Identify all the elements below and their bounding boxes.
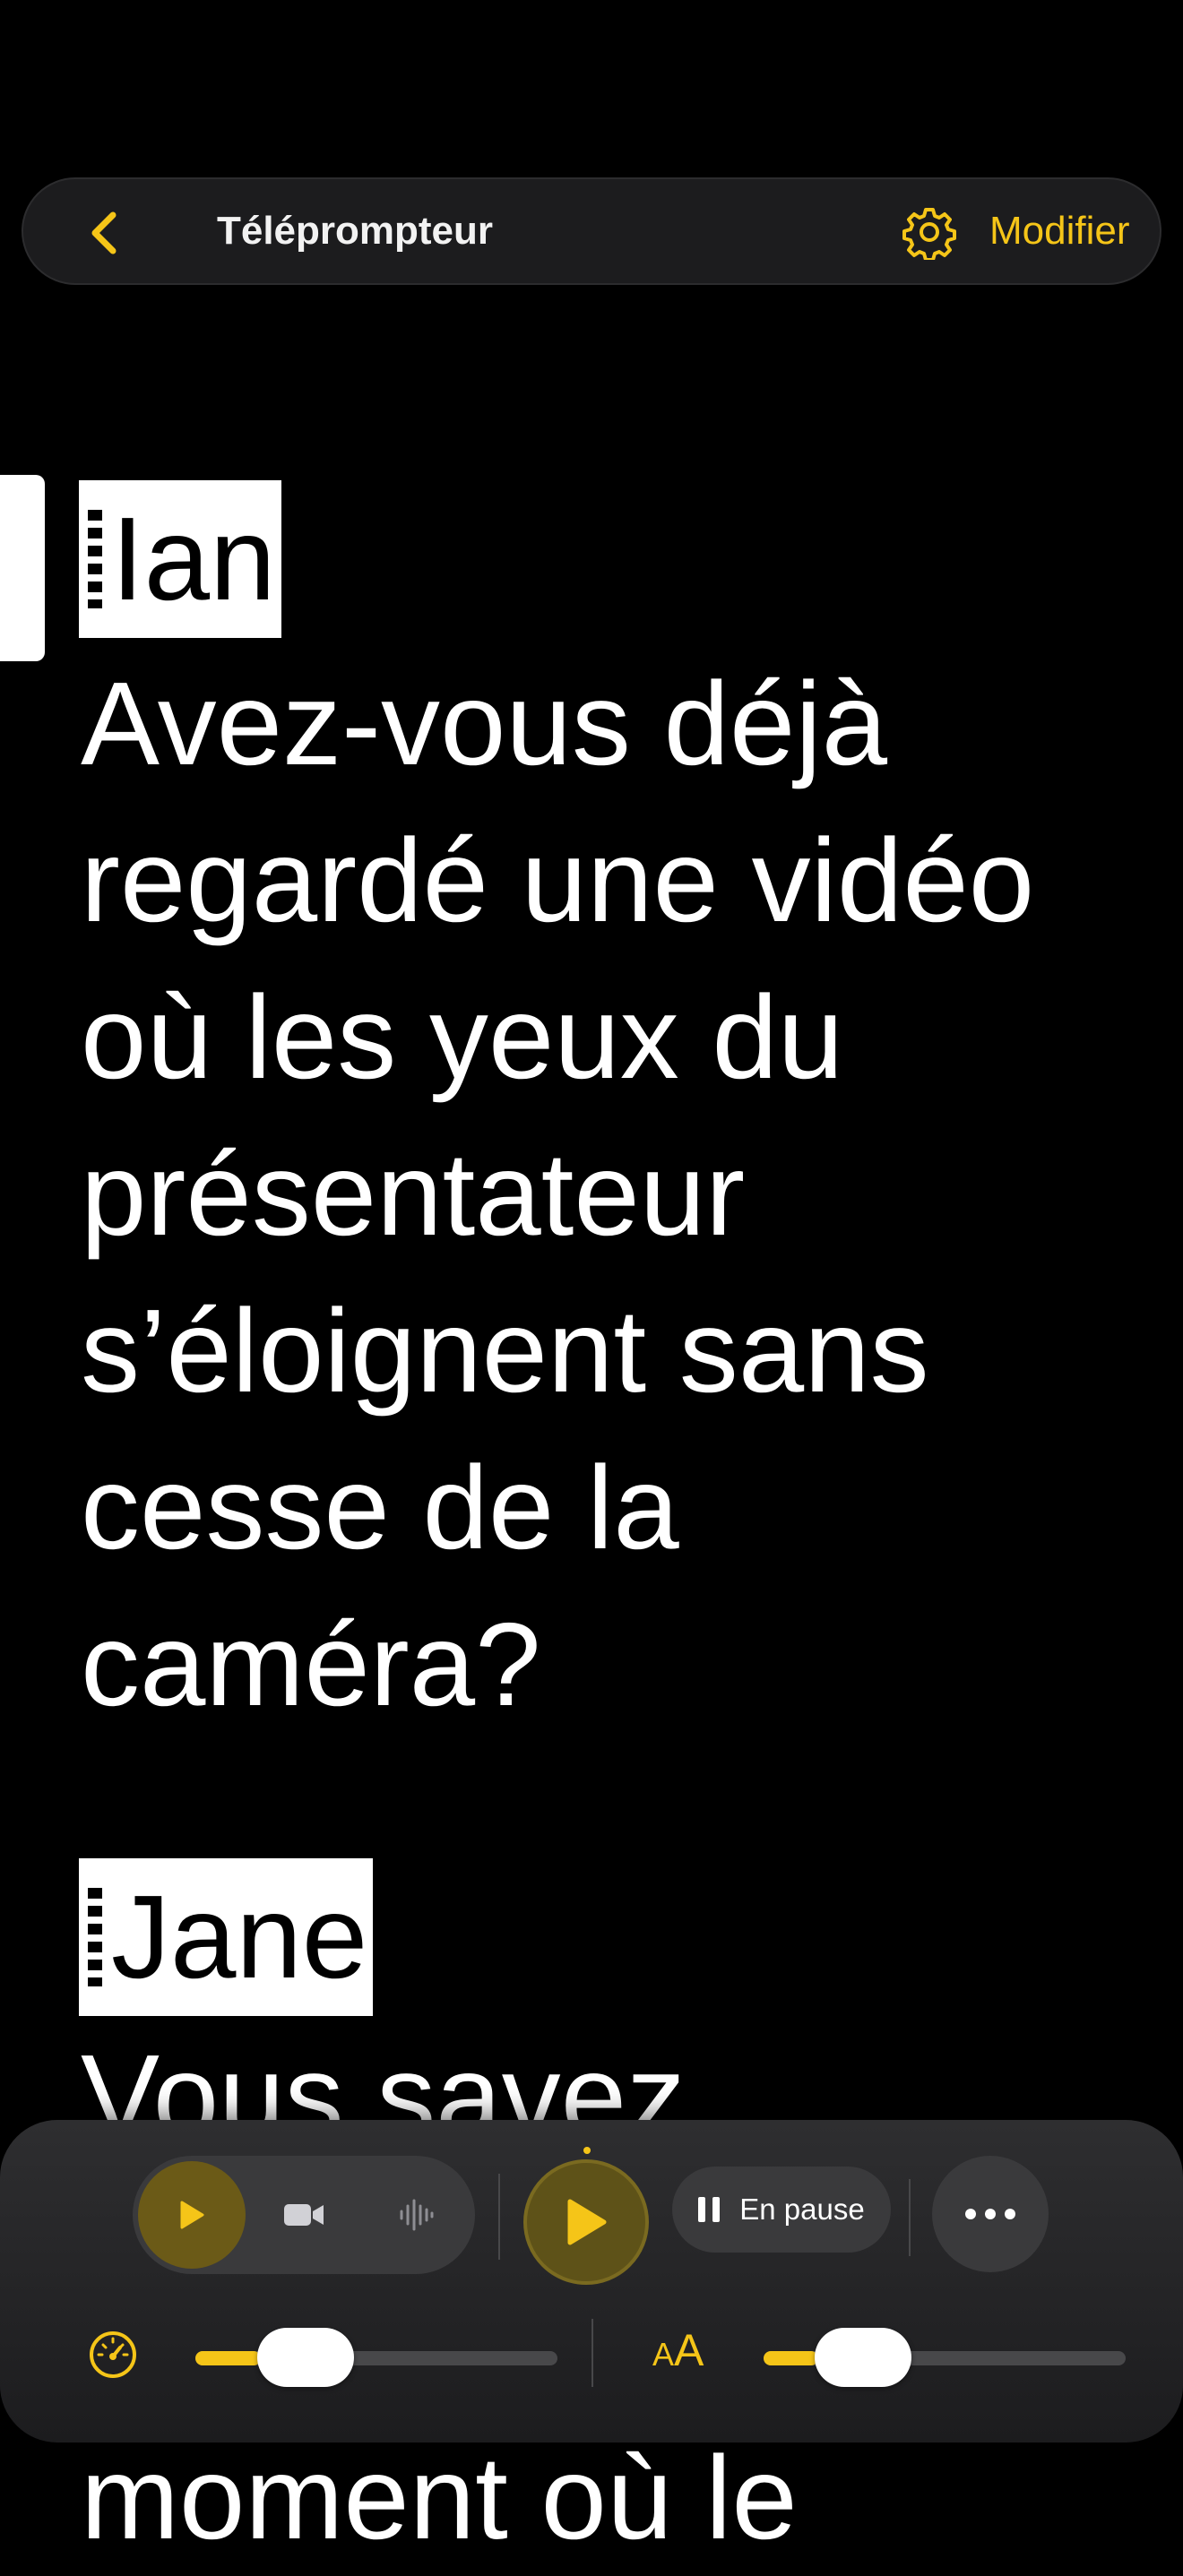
waveform-icon (400, 2199, 434, 2231)
chevron-left-icon (91, 211, 117, 254)
divider (592, 2319, 593, 2387)
top-navigation-bar: Téléprompteur Modifier (22, 177, 1161, 285)
script-line-below-panel: moment où le (81, 2432, 798, 2563)
current-position-marker (0, 475, 45, 661)
font-size-slider-fill (764, 2351, 818, 2365)
text-size-large-glyph: A (674, 2325, 704, 2375)
playback-control-panel: En pause A A (0, 2120, 1183, 2442)
speed-slider-thumb[interactable] (257, 2328, 354, 2387)
divider (498, 2174, 500, 2260)
text-size-small-glyph: A (652, 2336, 675, 2373)
speed-slider-fill (195, 2351, 261, 2365)
script-paragraph: Avez-vous déjà regardé une vidéo où les … (81, 645, 1174, 1743)
divider (909, 2179, 911, 2256)
script-line: où les yeux du (81, 971, 844, 1103)
play-icon (567, 2199, 607, 2245)
mode-autoscroll-button[interactable] (138, 2161, 246, 2269)
speaker-label: Ian (79, 480, 281, 638)
page-title: Téléprompteur (216, 209, 494, 253)
script-line: cesse de la (81, 1442, 679, 1573)
mode-selector (133, 2156, 475, 2274)
speaker-cue-marker (88, 510, 102, 608)
back-button[interactable] (77, 206, 131, 260)
speaker-name: Jane (111, 1871, 368, 2003)
indicator-dot (583, 2147, 591, 2154)
mode-voice-button[interactable] (362, 2161, 470, 2269)
status-label: En pause (739, 2193, 865, 2226)
script-line: caméra? (81, 1598, 541, 1730)
speed-slider[interactable] (195, 2328, 557, 2387)
script-line: regardé une vidéo (81, 814, 1035, 946)
speedometer-icon (90, 2331, 136, 2378)
pause-status-button[interactable]: En pause (672, 2167, 891, 2253)
script-line: présentateur (81, 1128, 746, 1260)
pause-icon (698, 2197, 721, 2222)
ellipsis-icon (965, 2209, 1015, 2219)
speaker-cue-marker (88, 1888, 102, 1986)
script-line: Avez-vous déjà (81, 658, 888, 789)
speaker-label: Jane (79, 1858, 374, 2016)
mode-video-button[interactable] (250, 2161, 358, 2269)
video-camera-icon (284, 2204, 324, 2226)
more-options-button[interactable] (932, 2156, 1049, 2272)
play-button[interactable] (523, 2159, 649, 2285)
font-size-slider[interactable] (764, 2328, 1126, 2387)
play-icon (180, 2201, 204, 2229)
edit-button[interactable]: Modifier (989, 179, 1130, 283)
speaker-name: Ian (111, 493, 276, 625)
gear-icon (902, 208, 956, 262)
text-size-icon: A A (652, 2324, 704, 2382)
settings-button[interactable] (902, 204, 957, 262)
script-line: s’éloignent sans (81, 1285, 929, 1417)
font-size-slider-thumb[interactable] (815, 2328, 911, 2387)
